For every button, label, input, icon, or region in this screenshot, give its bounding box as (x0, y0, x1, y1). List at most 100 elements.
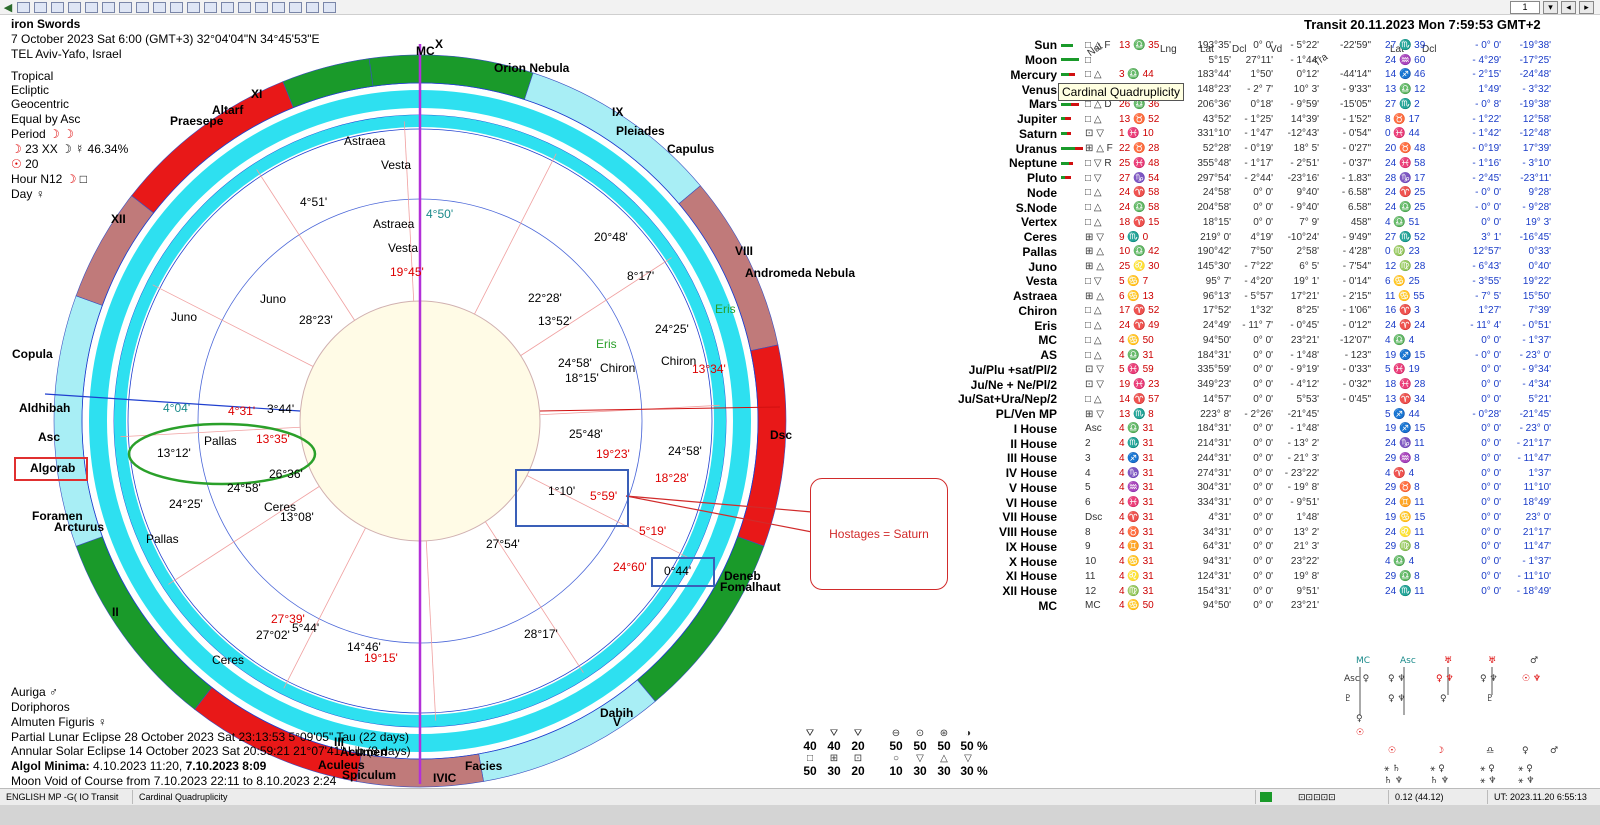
planet-row[interactable]: VII House Dsc 4 ♈ 31 4°31' 0° 0' 1°48' 19 ♋ 15… (958, 510, 1551, 525)
planet-row[interactable]: X House 10 4 ♋ 31 94°31' 0° 0' 23°22' 4 ♎ 4 0° … (958, 554, 1551, 569)
planet-row[interactable]: Pallas ⊞ △ 10 ♎ 42 190°42' 7°50' 2°58' - 4'28"… (958, 245, 1551, 260)
planet-row[interactable]: Ju/Ne + Ne/Pl/2 ⊡ ▽ 19 ♓ 23 349°23' 0° 0' - 4… (958, 377, 1551, 392)
planet-row[interactable]: Mars □ △ D 26 ♎ 36 206°36' 0°18' - 9°59' -15'0… (958, 97, 1551, 112)
degree-label: 24°60' (613, 560, 647, 574)
toolbar-button-5[interactable] (85, 1, 98, 13)
longitude: 184°31' (1197, 349, 1232, 361)
planet-row[interactable]: Eris □ △ 24 ♈ 49 24°49' - 11° 7' - 0°45' - 0'1… (958, 318, 1551, 333)
toolbar-button-17[interactable] (289, 1, 302, 13)
toolbar-button-2[interactable] (34, 1, 47, 13)
latitude: - 2°44' (1244, 172, 1274, 184)
planet-row[interactable]: S.Node □ △ 24 ♎ 58 204°58' 0° 0' - 9°40' 6.58"… (958, 200, 1551, 215)
toolbar-button-3[interactable] (51, 1, 64, 13)
toolbar-button-18[interactable] (306, 1, 319, 13)
longitude: 223° 8' (1200, 408, 1232, 420)
planet-row[interactable]: Node □ △ 24 ♈ 58 24°58' 0° 0' 9°40' - 6.58" 24 … (958, 186, 1551, 201)
planet-row[interactable]: Ceres ⊞ ▽ 9 ♏ 0 219° 0' 4°19' -10°24' - 9'49" 2… (958, 230, 1551, 245)
planet-row[interactable]: I House Asc 4 ♎ 31 184°31' 0° 0' - 1°48' 19 ♐ … (958, 422, 1551, 437)
planet-row[interactable]: Vesta □ ▽ 5 ♋ 7 95° 7' - 4°20' 19° 1' - 0'14" 6… (958, 274, 1551, 289)
toolbar-button-6[interactable] (102, 1, 115, 13)
toolbar-button-11[interactable] (187, 1, 200, 13)
toolbar-button-8[interactable] (136, 1, 149, 13)
planet-row[interactable]: Neptune □ ▽ R 25 ♓ 48 355°48' - 1°17' - 2°51'… (958, 156, 1551, 171)
planet-name: IX House (1005, 539, 1058, 554)
velocity: - 9'49" (1342, 231, 1372, 243)
natal-position: 24 ♎ 58 (1119, 202, 1160, 214)
planet-row[interactable]: MC MC 4 ♋ 50 94°50' 0° 0' 23°21' (958, 599, 1551, 614)
dropdown-button[interactable]: ▾ (1543, 0, 1558, 14)
declination: 23°21' (1290, 334, 1320, 346)
prev-button[interactable]: ◂ (1561, 0, 1576, 14)
astro-chart-wheel[interactable] (0, 14, 960, 789)
status-indicator (1260, 792, 1272, 802)
planet-row[interactable]: Sun □ △ F 13 ♎ 35 193°35' 0° 0' - 5°22' -22'59… (958, 38, 1551, 53)
planet-row[interactable]: Venus⊞ △28 ♌ 23148°23'- 2° 7'10° 3'- 9'3… (958, 82, 1551, 97)
toolbar-button-14[interactable] (238, 1, 251, 13)
toolbar-button-4[interactable] (68, 1, 81, 13)
planet-row[interactable]: IX House 9 4 ♊ 31 64°31' 0° 0' 21° 3' 29 ♍ 8 0°… (958, 540, 1551, 555)
toolbar-button-16[interactable] (272, 1, 285, 13)
natal-position: 13 ♉ 52 (1119, 113, 1160, 125)
planet-row[interactable]: Pluto □ ▽ 27 ♑ 54 297°54' - 2°44' -23°16' - 1.… (958, 171, 1551, 186)
declination: 14°39' (1290, 113, 1320, 125)
toolbar-button-1[interactable] (17, 1, 30, 13)
planet-row[interactable]: Astraea ⊞ △ 6 ♋ 13 96°13' - 5°57' 17°21' - 2'1… (958, 289, 1551, 304)
declination: - 9°59' (1290, 98, 1320, 110)
declination: - 1°44' (1290, 54, 1320, 66)
planet-row[interactable]: Vertex □ △ 18 ♈ 15 18°15' 0° 0' 7° 9' 458" 4 ♎ … (958, 215, 1551, 230)
aspect-bars (1061, 230, 1085, 245)
next-button[interactable]: ▸ (1579, 0, 1594, 14)
latitude: 0° 0' (1253, 452, 1274, 464)
planet-row[interactable]: Mercury □ △ 3 ♎ 44 183°44' 1°50' 0°12' -44'14"… (958, 68, 1551, 83)
transit-position: 13 ♎ 12 (1385, 84, 1426, 96)
velocity: -44'14" (1340, 69, 1372, 81)
transit-latitude: 0° 0' (1481, 570, 1502, 582)
planet-row[interactable]: V House 5 4 ♒ 31 304°31' 0° 0' - 19° 8' 29 ♉ 8… (958, 481, 1551, 496)
planet-row[interactable]: XII House 12 4 ♍ 31 154°31' 0° 0' 9°51' 24 ♏ 1… (958, 584, 1551, 599)
planet-name: Pallas (1022, 244, 1058, 259)
toolbar-button-15[interactable] (255, 1, 268, 13)
planet-row[interactable]: III House 3 4 ♐ 31 244°31' 0° 0' - 21° 3' 29 ♒… (958, 451, 1551, 466)
planet-row[interactable]: XI House 11 4 ♌ 31 124°31' 0° 0' 19° 8' 29 ♎ 8… (958, 569, 1551, 584)
natal-position: 9 ♏ 0 (1119, 231, 1149, 243)
toolbar-button-19[interactable] (323, 1, 336, 13)
planet-row[interactable]: Ju/Plu +sat/Pl/2 ⊡ ▽ 5 ♓ 59 335°59' 0° 0' - 9… (958, 363, 1551, 378)
aspect-bars (1061, 495, 1085, 510)
planet-row[interactable]: IV House 4 4 ♑ 31 274°31' 0° 0' - 23°22' 4 ♈ 4… (958, 466, 1551, 481)
toolbar-button-13[interactable] (221, 1, 234, 13)
declination: 6° 5' (1299, 261, 1320, 273)
natal-position: 4 ♐ 31 (1119, 452, 1154, 464)
planet-row[interactable]: Jupiter □ △ 13 ♉ 52 43°52' - 1°25' 14°39' - 1'… (958, 112, 1551, 127)
degree-label: 26°36' (269, 467, 303, 481)
declination: -23°16' (1287, 172, 1320, 184)
longitude: 24°49' (1202, 320, 1232, 332)
planet-row[interactable]: PL/Ven MP ⊞ ▽ 13 ♏ 8 223° 8' - 2°26' -21°45' 5… (958, 407, 1551, 422)
planet-row[interactable]: VIII House 8 4 ♉ 31 34°31' 0° 0' 13° 2' 24 ♌ 1… (958, 525, 1551, 540)
planet-row[interactable]: Saturn ⊡ ▽ 1 ♓ 10 331°10' - 1°47' -12°43' - 0'… (958, 127, 1551, 142)
declination: 23°22' (1290, 556, 1320, 568)
declination: 7° 9' (1299, 216, 1320, 228)
status-buttons[interactable]: ⊡⊡⊡⊡⊡ (1292, 790, 1389, 804)
planet-row[interactable]: MC □ △ 4 ♋ 50 94°50' 0° 0' 23°21' -12'07" 4 ♎ 4… (958, 333, 1551, 348)
planet-row[interactable]: II House 2 4 ♏ 31 214°31' 0° 0' - 13° 2' 24 ♑ … (958, 436, 1551, 451)
toolbar-button-12[interactable] (204, 1, 217, 13)
planet-row[interactable]: Juno ⊞ △ 25 ♌ 30 145°30' - 7°22' 6° 5' - 7'54"… (958, 259, 1551, 274)
back-arrow-icon[interactable]: ◀ (3, 1, 13, 14)
planet-name: Ju/Sat+Ura/Nep/2 (958, 392, 1058, 407)
toolbar-button-9[interactable] (153, 1, 166, 13)
planet-row[interactable]: AS □ △ 4 ♎ 31 184°31' 0° 0' - 1°48' - 123" 19 ♐… (958, 348, 1551, 363)
planet-row[interactable]: Ju/Sat+Ura/Nep/2 □ △ 14 ♈ 57 14°57' 0° 0' 5°5… (958, 392, 1551, 407)
svg-text:♂: ♂ (1550, 746, 1558, 756)
doriphoros-line: Doriphoros (11, 700, 70, 714)
element-value: 40 (803, 739, 817, 753)
aspect-bars (1061, 569, 1085, 584)
planet-row[interactable]: Chiron □ △ 17 ♈ 52 17°52' 1°32' 8°25' - 1'06" 1… (958, 304, 1551, 319)
planet-row[interactable]: Uranus ⊞ △ F 22 ♉ 28 52°28' - 0°19' 18° 5' - 0… (958, 141, 1551, 156)
longitude: 334°31' (1197, 497, 1232, 509)
planet-row[interactable]: VI House 6 4 ♓ 31 334°31' 0° 0' - 9°51' 24 ♊ 1… (958, 495, 1551, 510)
toolbar-button-7[interactable] (119, 1, 132, 13)
latitude: 0° 0' (1253, 39, 1274, 51)
planet-row[interactable]: Moon □ 5°15' 27°11' - 1°44' 24 ♒ 60 - 4°29' -17… (958, 53, 1551, 68)
page-number-field[interactable]: 1 (1510, 0, 1540, 14)
toolbar-button-10[interactable] (170, 1, 183, 13)
